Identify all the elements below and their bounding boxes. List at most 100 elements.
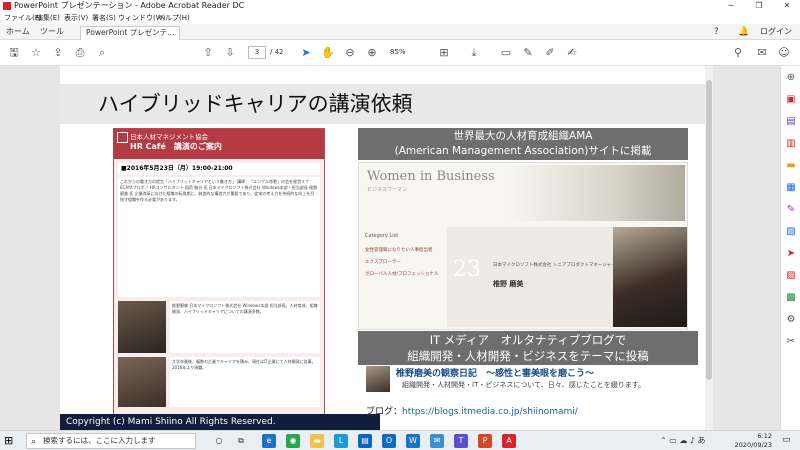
notification-icon[interactable]: ▭	[782, 435, 791, 445]
tab-document[interactable]: PowerPoint プレゼンテ... ×	[80, 26, 180, 49]
comment-tool-icon[interactable]: ▬	[785, 160, 797, 172]
bell-icon[interactable]: 🔔	[738, 24, 749, 40]
main-toolbar: 🖫 ☆ ⇪ ⎙ ⌕ ⇧ ⇩ 3 / 42 ➤ ✋ ⊖ ⊕ 85% ⊞ ⤓ ▭ ✎…	[0, 40, 800, 66]
mail-icon[interactable]: ✉	[754, 45, 770, 61]
export-pdf-icon[interactable]: ▥	[785, 138, 797, 150]
protect-icon[interactable]: ▨	[785, 270, 797, 282]
wib-link: 女性管理職になりたい人事担当者	[365, 248, 433, 253]
tab-home[interactable]: ホーム	[6, 24, 30, 40]
mail-app-icon[interactable]: ✉	[430, 434, 444, 448]
select-cursor-icon[interactable]: ➤	[298, 45, 314, 61]
hand-tool-icon[interactable]: ✋	[320, 45, 336, 61]
scrollbar-thumb[interactable]	[706, 80, 712, 380]
taskbar-clock[interactable]: 6:12 2020/09/23	[722, 432, 772, 450]
help-icon[interactable]: ?	[714, 24, 719, 40]
wib-subtitle: ビジネスウーマン	[367, 187, 408, 193]
close-window-button[interactable]: ✕	[776, 0, 798, 12]
wib-profile-card: 23 日本マイクロソフト株式会社 シニアプロダクトマネージャー 椎野 磨美	[447, 227, 687, 327]
maximize-button[interactable]: ❐	[748, 0, 770, 12]
hr-cafe-flyer: 日本人材マネジメント協会 HR Café 講演のご案内 ■2016年5月23日（…	[113, 128, 325, 416]
wib-link: エクスプローラー	[365, 260, 401, 265]
menu-view[interactable]: 表示(V)	[64, 12, 88, 24]
file-explorer-icon[interactable]: ▬	[310, 434, 324, 448]
flyer-body: これからの働き方の提言「ハイブリットキャリアという働き方」 講師：『エンゲル係数…	[118, 177, 320, 297]
flyer-event: HR Café 講演のご案内	[130, 142, 222, 151]
highlight-icon[interactable]: ✐	[542, 45, 558, 61]
jshrm-logo-icon	[117, 132, 128, 143]
vertical-scrollbar[interactable]	[705, 66, 713, 430]
combine-icon[interactable]: ▦	[785, 182, 797, 194]
flyer-bio-2: 大学卒業後、複数の企業でキャリアを積み、現在はIT企業にて人材開発に従事。201…	[170, 357, 320, 407]
store-icon[interactable]: ▤	[358, 434, 372, 448]
wib-name: 椎野 磨美	[493, 280, 524, 288]
wib-link: グローバル人材/プロフェッショナル	[365, 272, 439, 277]
upload-icon[interactable]: ⇪	[50, 45, 66, 61]
ama-header: 世界最大の人材育成組織AMA (American Management Asso…	[358, 128, 688, 160]
pdf-page: ハイブリッドキャリアの講演依頼 日本人材マネジメント協会 HR Café 講演の…	[60, 66, 705, 430]
edit-pdf-icon[interactable]: ▤	[785, 116, 797, 128]
zoom-tool-icon[interactable]: ⊕	[785, 72, 797, 84]
people-icon[interactable]: ☺	[776, 45, 792, 61]
page-up-icon[interactable]: ⇧	[200, 45, 216, 61]
menu-help[interactable]: ヘルプ(H)	[158, 12, 190, 24]
save-icon[interactable]: 🖫	[6, 45, 22, 61]
itmedia-header-line1: IT メディア オルタナティブブログで	[429, 333, 627, 347]
zoom-in-icon[interactable]: ⊕	[364, 45, 380, 61]
more-tools-icon[interactable]: ⚙	[785, 314, 797, 326]
menu-edit[interactable]: 編集(E)	[36, 12, 60, 24]
ama-header-line2: (American Management Association)サイトに掲載	[394, 145, 652, 157]
flower-banner-image	[509, 165, 685, 221]
comment-icon[interactable]: ▭	[498, 45, 514, 61]
send-icon[interactable]: ➤	[785, 248, 797, 260]
task-view-icon[interactable]: ⧉	[234, 434, 248, 448]
zoom-select[interactable]: 85%	[390, 46, 430, 59]
system-tray-icons[interactable]: ⌃ ▭ ☁ ♪ あ	[660, 435, 706, 446]
minimize-button[interactable]: ─	[720, 0, 742, 12]
acrobat-app-icon	[3, 2, 11, 10]
acrobat-taskbar-icon[interactable]: A	[502, 434, 516, 448]
blog-title: 椎野磨美の観察日記 ～感性と審美眼を磨こう～	[396, 369, 595, 379]
bookmark-star-icon[interactable]: ☆	[28, 45, 44, 61]
flyer-bio-1: 椎野磨美 日本マイクロソフト株式会社 Windows本部 担当部長。人材育成、組…	[170, 301, 320, 353]
search-icon[interactable]: ⌕	[94, 45, 110, 61]
ama-header-line1: 世界最大の人材育成組織AMA	[453, 130, 593, 142]
stamp-icon[interactable]: ✂	[785, 336, 797, 348]
speaker-photo-1	[118, 301, 166, 353]
window-title: PowerPoint プレゼンテーション - Adobe Acrobat Rea…	[14, 1, 245, 10]
teams-icon[interactable]: T	[454, 434, 468, 448]
cortana-icon[interactable]: ○	[212, 434, 226, 448]
windows-taskbar: ⊞ ⌕ 検索するには、ここに入力します ○ ⧉ e ◉ ▬ L ▤ O W ✉ …	[0, 430, 800, 450]
sign-icon[interactable]: ✍	[564, 45, 580, 61]
clock-time: 6:12	[757, 432, 772, 440]
organize-icon[interactable]: ▧	[785, 226, 797, 238]
compress-icon[interactable]: ▩	[785, 292, 797, 304]
tab-tools[interactable]: ツール	[40, 24, 64, 40]
blog-avatar	[366, 366, 390, 392]
download-icon[interactable]: ⤓	[466, 45, 482, 61]
wib-category: Category List	[365, 233, 399, 239]
outlook-icon[interactable]: O	[382, 434, 396, 448]
windows-start-icon[interactable]: ⊞	[4, 435, 16, 447]
menu-bar: ファイル(F) 編集(E) 表示(V) 署名(S) ウィンドウ(W) ヘルプ(H…	[0, 12, 800, 24]
chrome-icon[interactable]: ◉	[286, 434, 300, 448]
login-button[interactable]: ログイン	[760, 24, 792, 40]
page-number-input[interactable]: 3	[248, 46, 266, 59]
page-down-icon[interactable]: ⇩	[222, 45, 238, 61]
blog-url-link[interactable]: https://blogs.itmedia.co.jp/shiinomami/	[402, 407, 578, 417]
fill-sign-icon[interactable]: ✎	[785, 204, 797, 216]
taskbar-search[interactable]: ⌕ 検索するには、ここに入力します	[26, 433, 196, 449]
fit-page-icon[interactable]: ⊞	[436, 45, 452, 61]
wib-title: Women in Business	[367, 169, 495, 184]
share-link-icon[interactable]: ⚲	[730, 45, 746, 61]
print-icon[interactable]: ⎙	[72, 45, 88, 61]
menu-sign[interactable]: 署名(S)	[92, 12, 116, 24]
create-pdf-icon[interactable]: ▣	[785, 94, 797, 106]
powerpoint-icon[interactable]: P	[478, 434, 492, 448]
zoom-out-icon[interactable]: ⊖	[342, 45, 358, 61]
app-l-icon[interactable]: L	[334, 434, 348, 448]
pen-icon[interactable]: ✎	[520, 45, 536, 61]
flyer-org: 日本人材マネジメント協会	[130, 133, 208, 141]
edge-icon[interactable]: e	[262, 434, 276, 448]
document-viewer[interactable]: ハイブリッドキャリアの講演依頼 日本人材マネジメント協会 HR Café 講演の…	[0, 66, 780, 430]
word-icon[interactable]: W	[406, 434, 420, 448]
